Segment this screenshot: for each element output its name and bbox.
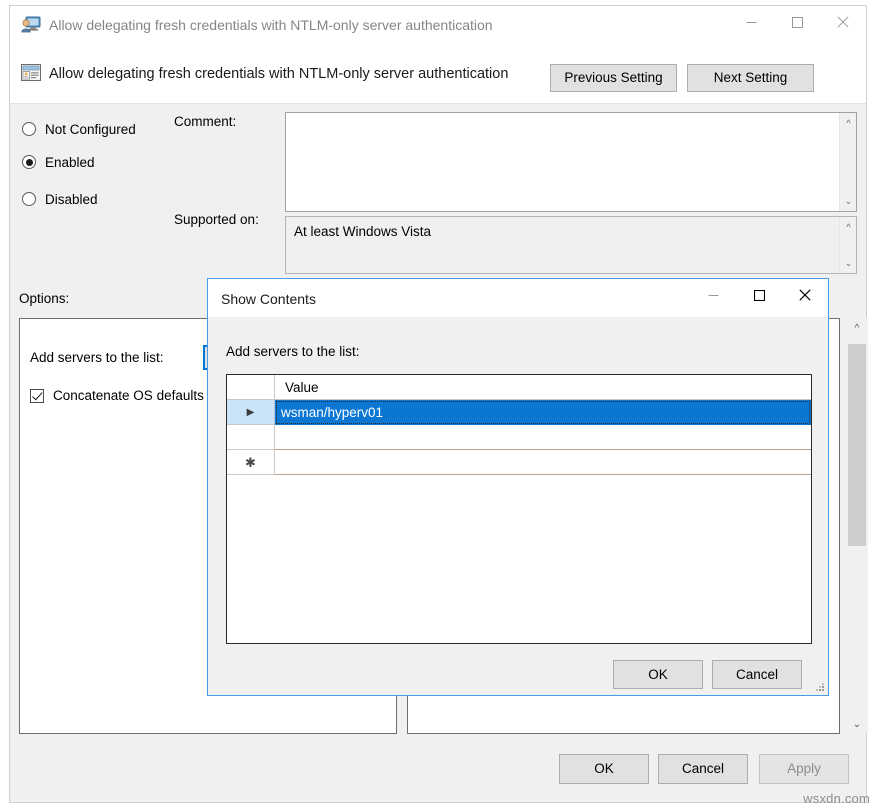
radio-enabled[interactable]: Enabled	[22, 153, 95, 171]
row-value-cell[interactable]	[275, 450, 811, 475]
radio-disabled-label: Disabled	[45, 192, 98, 207]
show-contents-dialog: Show Contents Add servers to the list: V…	[207, 278, 829, 696]
resize-grip-icon[interactable]	[813, 680, 825, 692]
apply-button: Apply	[759, 754, 849, 784]
comment-input[interactable]: ^ ⌄	[285, 112, 857, 212]
radio-enabled-indicator	[22, 155, 36, 169]
modal-window-controls	[690, 279, 828, 317]
comment-label: Comment:	[174, 114, 236, 129]
minimize-icon	[690, 279, 736, 311]
cancel-button[interactable]: Cancel	[658, 754, 748, 784]
chevron-down-icon[interactable]: ⌄	[840, 255, 857, 272]
supported-on-scrollbar[interactable]: ^ ⌄	[839, 217, 856, 273]
radio-not-configured-label: Not Configured	[45, 122, 136, 137]
row-selector[interactable]	[227, 425, 275, 450]
site-watermark: wsxdn.com	[803, 791, 870, 806]
maximize-icon[interactable]	[736, 279, 782, 311]
next-setting-button[interactable]: Next Setting	[687, 64, 814, 92]
chevron-up-icon[interactable]: ^	[840, 218, 857, 235]
options-vertical-scrollbar[interactable]: ^ ⌄	[846, 318, 868, 734]
table-row[interactable]	[227, 425, 811, 450]
modal-add-servers-label: Add servers to the list:	[226, 344, 360, 359]
window-title: Allow delegating fresh credentials with …	[49, 17, 493, 33]
close-icon[interactable]	[820, 6, 866, 38]
values-grid[interactable]: Value ▶ wsman/hyperv01 ✱	[226, 374, 812, 644]
close-icon[interactable]	[782, 279, 828, 311]
table-row-new[interactable]: ✱	[227, 450, 811, 475]
grid-header-row: Value	[227, 375, 811, 400]
radio-disabled-indicator	[22, 192, 36, 206]
radio-not-configured[interactable]: Not Configured	[22, 120, 136, 138]
previous-setting-button[interactable]: Previous Setting	[550, 64, 677, 92]
modal-cancel-button[interactable]: Cancel	[712, 660, 802, 689]
comment-scrollbar[interactable]: ^ ⌄	[839, 113, 856, 211]
supported-on-label: Supported on:	[174, 212, 259, 227]
radio-disabled[interactable]: Disabled	[22, 190, 98, 208]
row-value-cell[interactable]: wsman/hyperv01	[275, 400, 811, 425]
minimize-icon[interactable]	[728, 6, 774, 38]
main-titlebar[interactable]: Allow delegating fresh credentials with …	[10, 6, 866, 46]
grid-corner-cell	[227, 375, 275, 399]
add-servers-label: Add servers to the list:	[30, 350, 164, 365]
policy-computer-icon	[21, 16, 41, 34]
checkbox-indicator	[30, 389, 44, 403]
supported-on-value: At least Windows Vista	[294, 224, 431, 239]
policy-setting-title: Allow delegating fresh credentials with …	[49, 66, 508, 82]
radio-enabled-label: Enabled	[45, 155, 95, 170]
screen-root: Allow delegating fresh credentials with …	[0, 0, 876, 808]
main-window-controls	[728, 6, 866, 46]
scroll-up-icon[interactable]: ^	[846, 318, 868, 338]
maximize-icon[interactable]	[774, 6, 820, 38]
new-row-icon[interactable]: ✱	[227, 450, 275, 475]
group-policy-setting-icon	[21, 63, 41, 83]
supported-on-field: At least Windows Vista ^ ⌄	[285, 216, 857, 274]
radio-not-configured-indicator	[22, 122, 36, 136]
scroll-down-icon[interactable]: ⌄	[846, 714, 868, 734]
modal-titlebar[interactable]: Show Contents	[208, 279, 828, 317]
table-row[interactable]: ▶ wsman/hyperv01	[227, 400, 811, 425]
options-label: Options:	[19, 291, 69, 306]
scrollbar-thumb[interactable]	[848, 344, 866, 546]
row-value-cell[interactable]	[275, 425, 811, 450]
grid-column-header-value[interactable]: Value	[275, 375, 811, 399]
row-selector-current[interactable]: ▶	[227, 400, 275, 425]
modal-title: Show Contents	[221, 291, 316, 307]
ok-button[interactable]: OK	[559, 754, 649, 784]
modal-ok-button[interactable]: OK	[613, 660, 703, 689]
chevron-up-icon[interactable]: ^	[840, 114, 857, 131]
chevron-down-icon[interactable]: ⌄	[840, 193, 857, 210]
